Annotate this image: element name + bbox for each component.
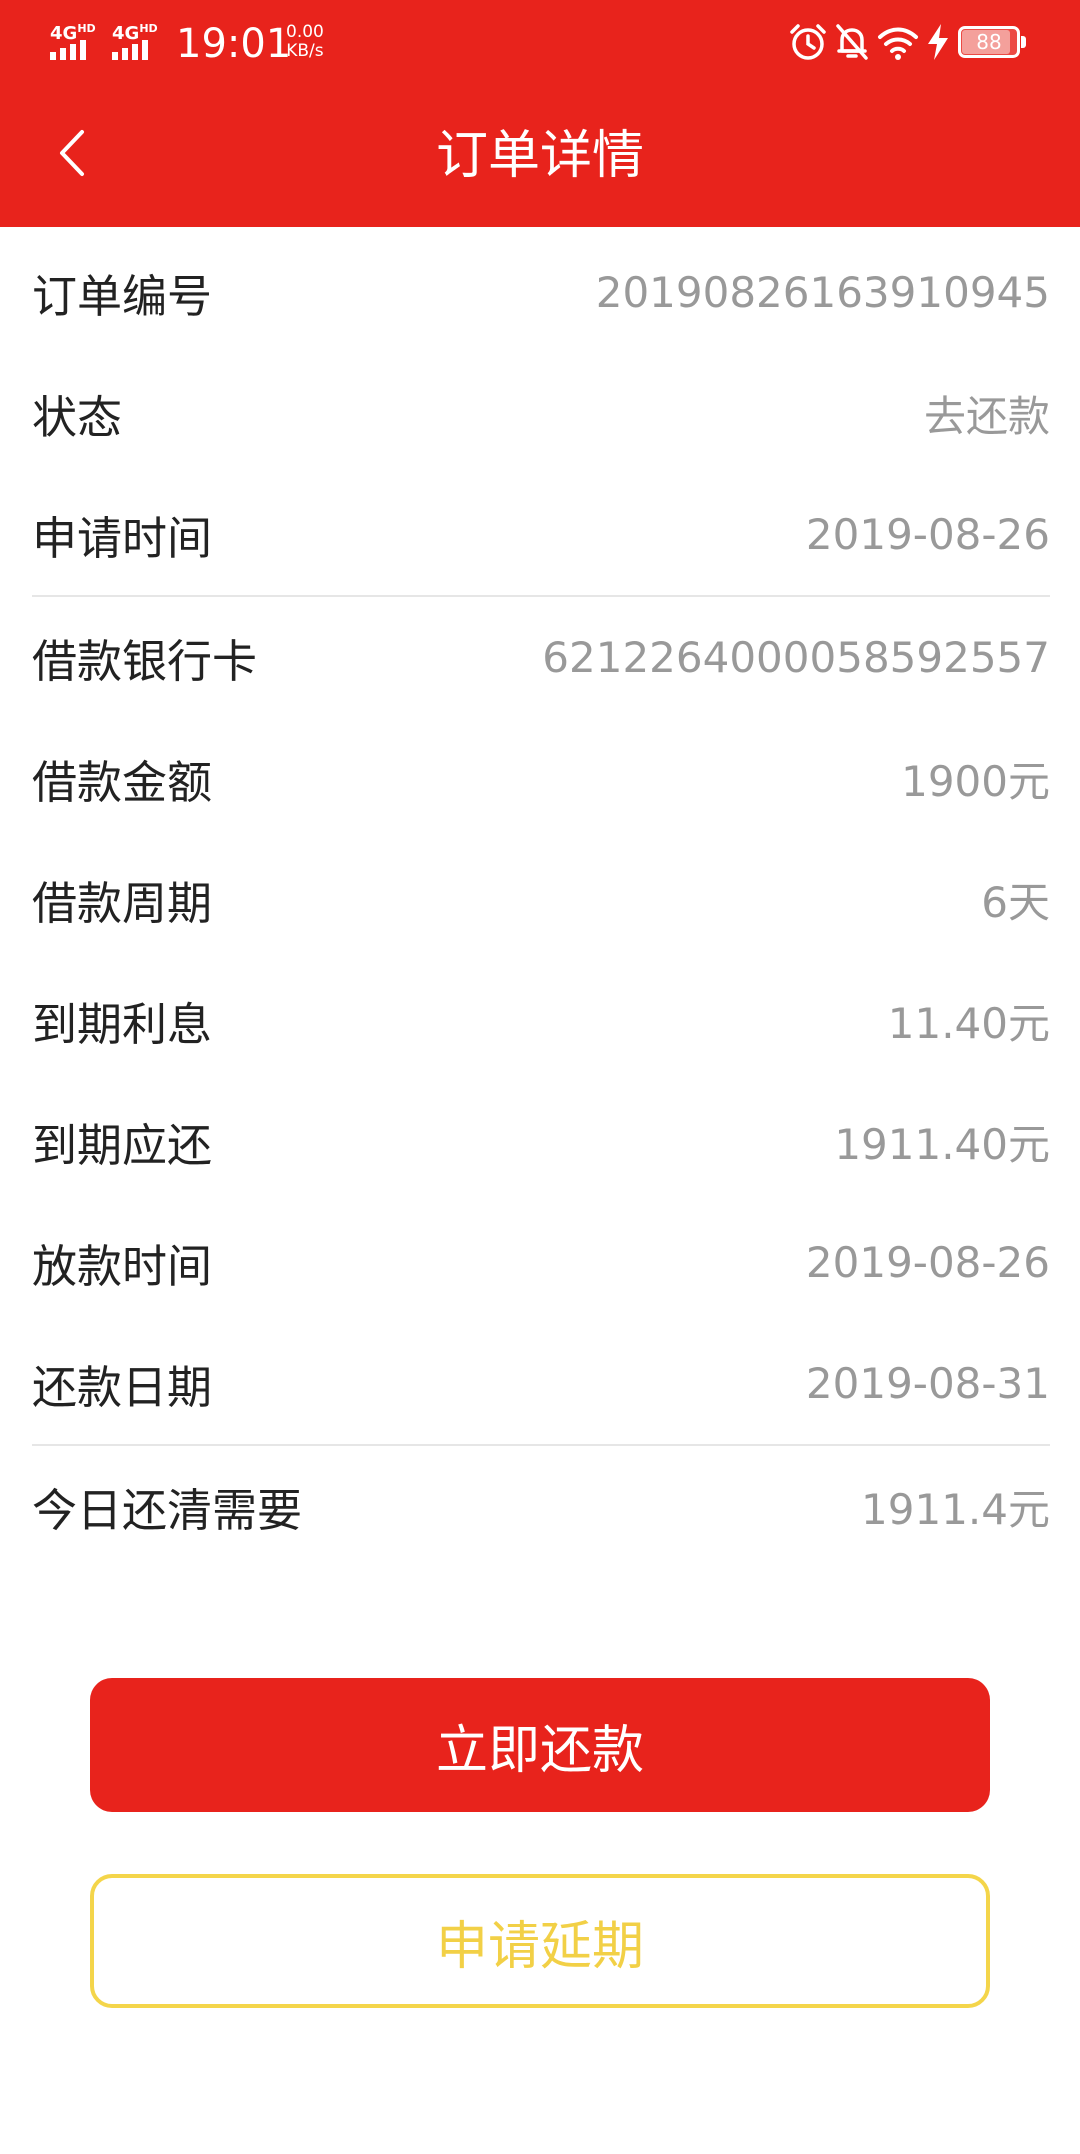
detail-value: 1900元: [901, 757, 1050, 806]
charging-icon: [928, 24, 948, 60]
network-sup-1: HD: [77, 22, 96, 35]
detail-value: 去还款: [923, 392, 1050, 441]
status-bar: 4GHD 4GHD 19:01 0.00 KB/s 88: [0, 0, 1080, 88]
detail-row-amount-due: 到期应还 1911.40元: [32, 1081, 1050, 1202]
detail-row-order-number: 订单编号 20190826163910945: [32, 232, 1050, 353]
detail-label: 放款时间: [32, 1240, 213, 1293]
page-title: 订单详情: [435, 126, 644, 186]
detail-label: 借款银行卡: [32, 635, 258, 688]
detail-row-repayment-date: 还款日期 2019-08-31: [32, 1323, 1050, 1444]
detail-value: 1911.4元: [861, 1485, 1050, 1534]
detail-label: 状态: [32, 391, 123, 444]
detail-label: 到期应还: [32, 1119, 213, 1172]
signal-strength-icon: 4GHD: [48, 20, 98, 60]
detail-value: 11.40元: [887, 999, 1050, 1048]
signal-strength-icon: 4GHD: [110, 20, 160, 60]
detail-label: 今日还清需要: [32, 1484, 303, 1537]
detail-row-payoff-today: 今日还清需要 1911.4元: [32, 1446, 1050, 1567]
network-speed: 0.00 KB/s: [286, 23, 324, 61]
detail-row-loan-amount: 借款金额 1900元: [32, 718, 1050, 839]
network-speed-value: 0.00: [286, 22, 324, 42]
detail-row-loan-period: 借款周期 6天: [32, 839, 1050, 960]
detail-label: 订单编号: [32, 270, 213, 323]
detail-value: 6212264000058592557: [542, 633, 1050, 682]
battery-icon: 88: [958, 26, 1028, 58]
detail-value: 2019-08-31: [805, 1359, 1050, 1408]
status-time: 19:01: [176, 21, 292, 67]
app-header: 4GHD 4GHD 19:01 0.00 KB/s 88 订单详情: [0, 0, 1080, 227]
bell-off-icon: [836, 24, 868, 60]
wifi-icon: [878, 27, 918, 60]
detail-value: 6天: [981, 878, 1050, 927]
battery-level: 88: [976, 30, 1002, 54]
detail-value: 1911.40元: [834, 1120, 1050, 1169]
detail-label: 借款周期: [32, 877, 213, 930]
detail-label: 还款日期: [32, 1361, 213, 1414]
detail-value: 2019-08-26: [805, 510, 1050, 559]
detail-label: 申请时间: [32, 512, 213, 565]
detail-row-bank-card: 借款银行卡 6212264000058592557: [32, 597, 1050, 718]
detail-row-status: 状态 去还款: [32, 353, 1050, 474]
apply-extension-button[interactable]: 申请延期: [90, 1874, 990, 2008]
detail-value: 20190826163910945: [595, 268, 1050, 317]
repay-now-button[interactable]: 立即还款: [90, 1678, 990, 1812]
detail-row-interest: 到期利息 11.40元: [32, 960, 1050, 1081]
detail-row-disbursement-time: 放款时间 2019-08-26: [32, 1202, 1050, 1323]
network-sup-2: HD: [139, 22, 158, 35]
detail-value: 2019-08-26: [805, 1238, 1050, 1287]
detail-label: 到期利息: [32, 998, 213, 1051]
alarm-icon: [790, 24, 826, 60]
detail-label: 借款金额: [32, 756, 213, 809]
detail-row-apply-time: 申请时间 2019-08-26: [32, 474, 1050, 595]
network-speed-unit: KB/s: [286, 41, 324, 61]
order-detail-list: 订单编号 20190826163910945 状态 去还款 申请时间 2019-…: [32, 232, 1050, 1567]
